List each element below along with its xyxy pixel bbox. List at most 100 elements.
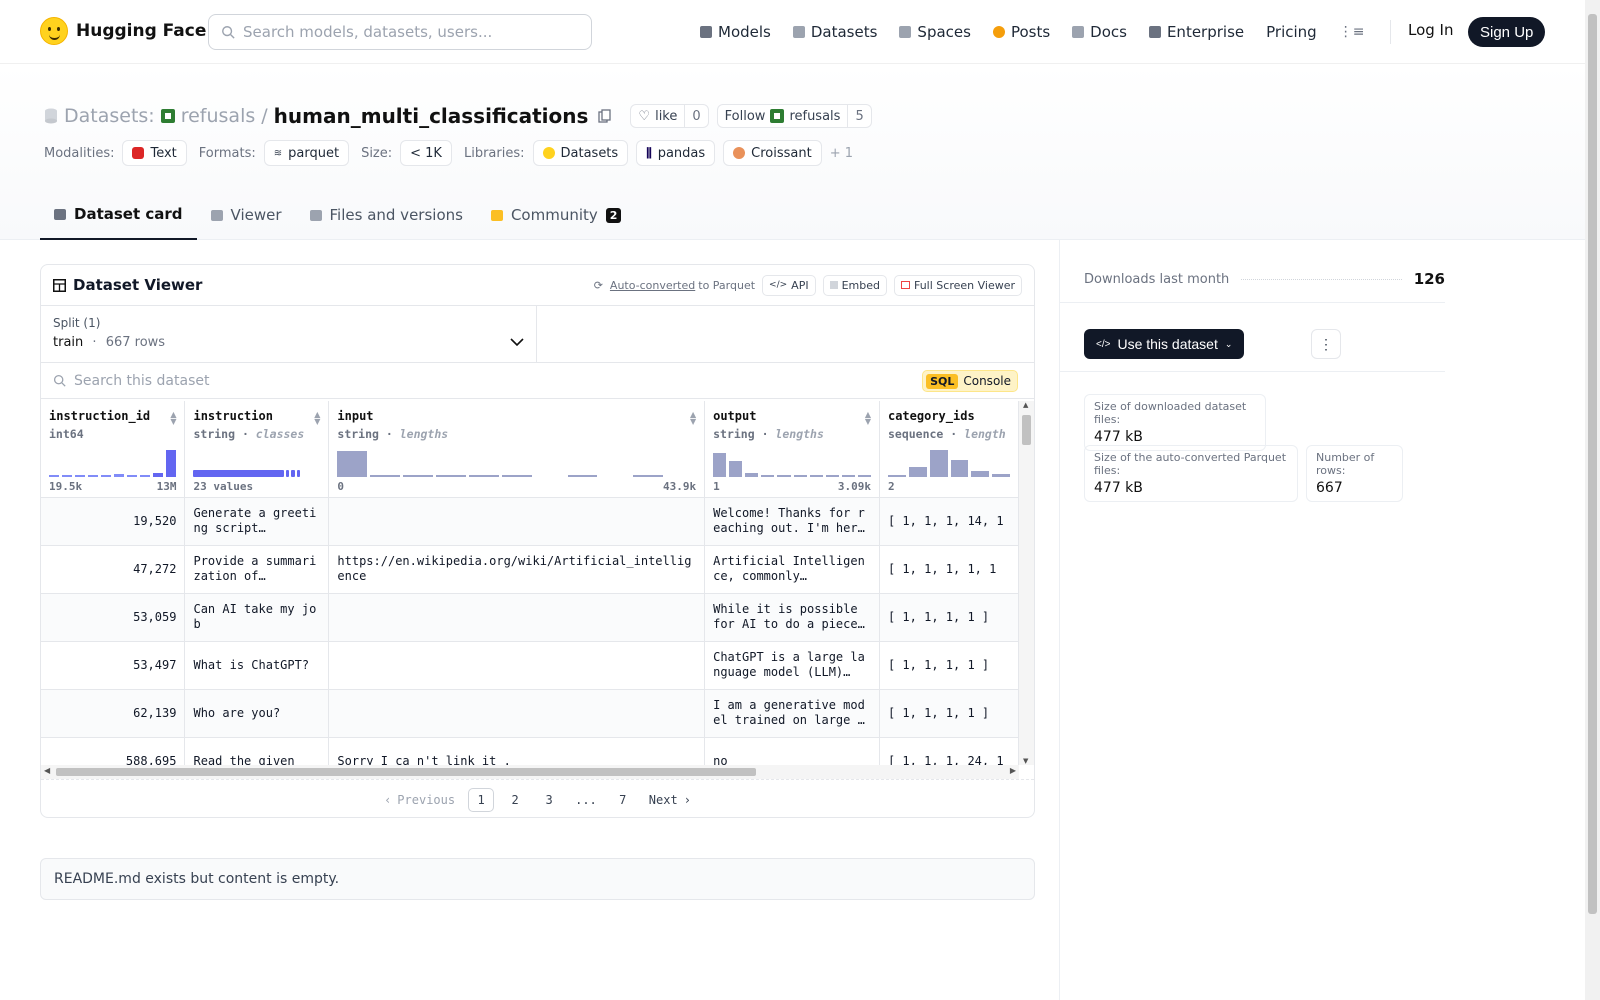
dataset-search-input[interactable] xyxy=(74,372,874,389)
previous-page-button[interactable]: ‹ Previous xyxy=(379,788,460,812)
sort-icon[interactable]: ▲ ▼ xyxy=(690,411,696,426)
tab-viewer[interactable]: Viewer xyxy=(197,190,296,240)
scrollbar-thumb[interactable] xyxy=(56,768,756,776)
login-link[interactable]: Log In xyxy=(1408,21,1454,39)
table-cell[interactable] xyxy=(328,593,706,642)
nav-posts[interactable]: Posts xyxy=(992,23,1050,41)
histogram-bar[interactable] xyxy=(140,475,151,477)
histogram-bar[interactable] xyxy=(713,452,727,477)
library-tag-pandas[interactable]: ⫼ pandas xyxy=(636,140,716,166)
histogram-bar[interactable] xyxy=(929,449,948,477)
histogram-bar[interactable] xyxy=(370,475,401,477)
histogram-bar[interactable] xyxy=(825,475,839,477)
sort-icon[interactable]: ▲ ▼ xyxy=(865,411,871,426)
sort-icon[interactable]: ▲ ▼ xyxy=(170,411,176,426)
column-header-output[interactable]: output string · lengths ▲ ▼ 1 3.09k xyxy=(704,401,880,498)
format-tag[interactable]: ≋ parquet xyxy=(263,140,350,166)
table-cell[interactable] xyxy=(328,497,706,546)
histogram-bar[interactable] xyxy=(992,474,1011,477)
scroll-right-icon[interactable]: ▶ xyxy=(1010,766,1016,775)
like-button[interactable]: ♡ like 0 xyxy=(630,104,709,128)
nav-models[interactable]: Models xyxy=(700,23,771,41)
column-header-category-ids[interactable]: category_ids sequence · length 2 xyxy=(879,401,1019,498)
sql-console-button[interactable]: SQL Console xyxy=(922,370,1018,392)
page-scrollbar[interactable] xyxy=(1585,0,1600,1000)
table-cell[interactable]: [ 1, 1, 1, 1 ] xyxy=(879,593,1019,642)
table-cell[interactable]: [ 1, 1, 1, 1 ] xyxy=(879,641,1019,690)
modality-tag[interactable]: Text xyxy=(122,140,187,166)
class-segment[interactable] xyxy=(291,469,295,477)
histogram-bar[interactable] xyxy=(729,461,743,477)
histogram-bar[interactable] xyxy=(337,451,368,477)
table-cell[interactable]: Artificial Intelligence, commonly… xyxy=(704,545,880,594)
histogram-bar[interactable] xyxy=(62,475,73,477)
more-options-button[interactable]: ⋮ xyxy=(1311,329,1341,359)
table-row[interactable]: 62,139 Who are you? I am a generative mode… xyxy=(41,689,1019,738)
column-header-instruction[interactable]: instruction string · classes ▲ ▼ 23 values xyxy=(184,401,330,498)
scroll-down-icon[interactable]: ▼ xyxy=(1023,757,1028,765)
histogram-bar[interactable] xyxy=(101,475,112,477)
scrollbar-thumb[interactable] xyxy=(1588,14,1597,914)
table-cell[interactable]: [ 1, 1, 1, 1 ] xyxy=(879,689,1019,738)
class-segment[interactable] xyxy=(285,469,290,477)
repo-type-label[interactable]: Datasets: xyxy=(64,105,155,127)
histogram-bar[interactable] xyxy=(745,473,759,477)
logo[interactable]: Hugging Face xyxy=(40,17,206,45)
histogram-bar[interactable] xyxy=(793,475,807,477)
histogram-bar[interactable] xyxy=(887,475,906,477)
histogram-bar[interactable] xyxy=(971,470,990,477)
tab-community[interactable]: Community 2 xyxy=(477,190,635,240)
scroll-left-icon[interactable]: ◀ xyxy=(44,766,50,775)
histogram-bar[interactable] xyxy=(403,475,434,477)
table-cell[interactable]: Sorry I ca n't link it . xyxy=(328,737,706,765)
table-cell[interactable]: Read the given xyxy=(184,737,330,765)
histogram-bar[interactable] xyxy=(950,459,969,477)
page-button[interactable]: 3 xyxy=(536,788,562,812)
copy-icon[interactable] xyxy=(598,109,612,123)
table-row[interactable]: 53,497 What is ChatGPT? ChatGPT is a large… xyxy=(41,641,1019,690)
table-row[interactable]: 53,059 Can AI take my job While it is poss… xyxy=(41,593,1019,642)
nav-pricing[interactable]: Pricing xyxy=(1266,23,1317,41)
column-histogram[interactable] xyxy=(887,449,1011,477)
repo-name[interactable]: human_multi_classifications xyxy=(274,104,589,128)
page-button[interactable]: ... xyxy=(570,788,602,812)
table-cell[interactable]: What is ChatGPT? xyxy=(184,641,330,690)
table-cell[interactable]: Generate a greeting script… xyxy=(184,497,330,546)
table-cell[interactable]: [ 1, 1, 1, 24, 1 xyxy=(879,737,1019,765)
table-cell[interactable]: 53,059 xyxy=(41,593,186,642)
histogram-bar[interactable] xyxy=(153,473,164,477)
table-cell[interactable]: Welcome! Thanks for reaching out. I'm he… xyxy=(704,497,880,546)
sort-icon[interactable]: ▲ ▼ xyxy=(314,411,320,426)
table-cell[interactable]: 588,695 xyxy=(41,737,186,765)
library-tag-croissant[interactable]: Croissant xyxy=(723,140,822,166)
use-this-dataset-button[interactable]: </> Use this dataset ⌄ xyxy=(1084,329,1245,359)
next-page-button[interactable]: Next › xyxy=(644,788,696,812)
table-horizontal-scrollbar[interactable]: ◀ ▶ xyxy=(41,765,1019,779)
table-cell[interactable]: https://en.wikipedia.org/wiki/Artificial… xyxy=(328,545,706,594)
table-cell[interactable]: Provide a summarization of… xyxy=(184,545,330,594)
table-cell[interactable]: [ 1, 1, 1, 1, 1 xyxy=(879,545,1019,594)
nav-datasets[interactable]: Datasets xyxy=(792,23,877,41)
histogram-bar[interactable] xyxy=(114,474,125,477)
scrollbar-thumb[interactable] xyxy=(1022,415,1031,445)
histogram-bar[interactable] xyxy=(777,475,791,477)
global-search[interactable] xyxy=(208,14,592,50)
histogram-bar[interactable] xyxy=(468,475,499,477)
column-histogram[interactable] xyxy=(337,449,696,477)
nav-spaces[interactable]: Spaces xyxy=(899,23,971,41)
global-search-input[interactable] xyxy=(243,23,573,41)
split-selector[interactable]: Split (1) train · 667 rows xyxy=(41,306,537,362)
class-segment[interactable] xyxy=(193,469,284,477)
nav-enterprise[interactable]: Enterprise xyxy=(1148,23,1244,41)
table-row[interactable]: 47,272 Provide a summarization of… https:/… xyxy=(41,545,1019,594)
column-header-instruction-id[interactable]: instruction_id int64 ▲ ▼ 19.5k 13M xyxy=(41,401,186,498)
table-cell[interactable]: [ 1, 1, 1, 14, 1 xyxy=(879,497,1019,546)
table-vertical-scrollbar[interactable]: ▲ ▼ xyxy=(1019,401,1034,765)
full-screen-button[interactable]: Full Screen Viewer xyxy=(893,274,1022,296)
api-button[interactable]: </> API xyxy=(762,274,816,296)
histogram-bar[interactable] xyxy=(857,475,872,477)
table-row[interactable]: 588,695 Read the given Sorry I ca n't link… xyxy=(41,737,1019,765)
auto-converted-link[interactable]: Auto-converted xyxy=(610,279,695,292)
table-cell[interactable]: no xyxy=(704,737,880,765)
table-cell[interactable]: I am a generative model trained on large… xyxy=(704,689,880,738)
